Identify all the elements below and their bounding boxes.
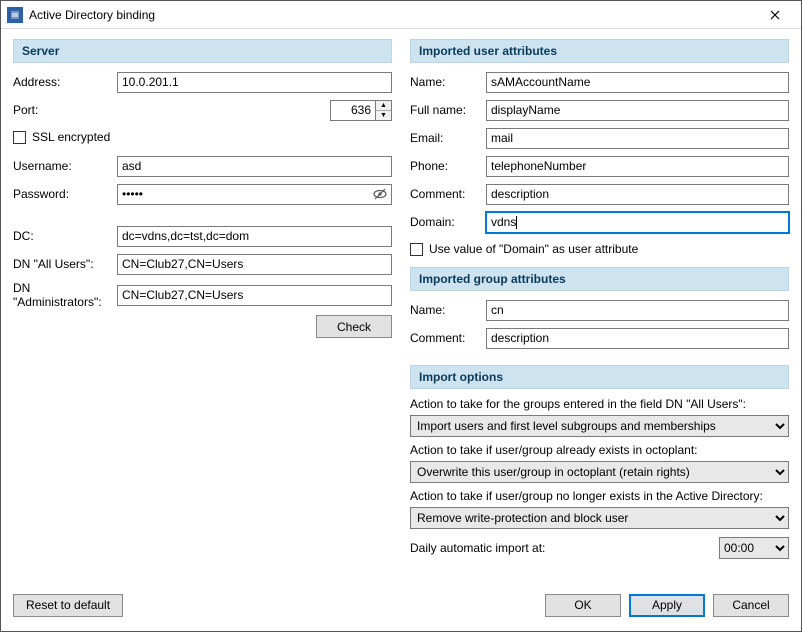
password-visibility-toggle-icon[interactable] <box>371 186 389 202</box>
dn-admins-label: DN "Administrators": <box>13 281 117 309</box>
dn-admins-input[interactable]: CN=Club27,CN=Users <box>117 285 392 306</box>
check-button[interactable]: Check <box>316 315 392 338</box>
app-icon <box>7 7 23 23</box>
close-button[interactable] <box>755 1 795 29</box>
dn-allusers-label: DN "All Users": <box>13 257 117 271</box>
ua-email-row: Email: mail <box>410 127 789 149</box>
ua-fullname-input[interactable]: displayName <box>486 100 789 121</box>
opt-groups-label: Action to take for the groups entered in… <box>410 397 789 411</box>
ga-name-input[interactable]: cn <box>486 300 789 321</box>
password-row: Password: ••••• <box>13 183 392 205</box>
ga-comment-label: Comment: <box>410 331 486 345</box>
opt-groups-row: Import users and first level subgroups a… <box>410 415 789 437</box>
ga-comment-input[interactable]: description <box>486 328 789 349</box>
port-label: Port: <box>13 103 117 117</box>
ua-name-label: Name: <box>410 75 486 89</box>
opt-missing-row: Remove write-protection and block user <box>410 507 789 529</box>
window-title: Active Directory binding <box>29 8 755 22</box>
ua-domain-label: Domain: <box>410 215 486 229</box>
daily-import-time-select[interactable]: 00:00 <box>719 537 789 559</box>
titlebar: Active Directory binding <box>1 1 801 29</box>
apply-button[interactable]: Apply <box>629 594 705 617</box>
server-column: Server Address: 10.0.201.1 Port: 636 ▲ ▼… <box>13 39 392 579</box>
opt-groups-select[interactable]: Import users and first level subgroups a… <box>410 415 789 437</box>
server-header: Server <box>13 39 392 63</box>
dn-allusers-input[interactable]: CN=Club27,CN=Users <box>117 254 392 275</box>
ua-domain-input[interactable]: vdns <box>486 212 789 233</box>
dc-input[interactable]: dc=vdns,dc=tst,dc=dom <box>117 226 392 247</box>
opt-missing-select[interactable]: Remove write-protection and block user <box>410 507 789 529</box>
address-label: Address: <box>13 75 117 89</box>
address-input[interactable]: 10.0.201.1 <box>117 72 392 93</box>
ssl-label[interactable]: SSL encrypted <box>32 130 110 144</box>
user-attrs-header: Imported user attributes <box>410 39 789 63</box>
reset-button[interactable]: Reset to default <box>13 594 123 617</box>
spinner-up-icon[interactable]: ▲ <box>376 101 391 111</box>
ua-phone-row: Phone: telephoneNumber <box>410 155 789 177</box>
right-column: Imported user attributes Name: sAMAccoun… <box>410 39 789 579</box>
port-input[interactable]: 636 <box>330 100 376 121</box>
ssl-row: SSL encrypted <box>13 127 392 147</box>
address-row: Address: 10.0.201.1 <box>13 71 392 93</box>
opt-exists-label: Action to take if user/group already exi… <box>410 443 789 457</box>
ua-comment-label: Comment: <box>410 187 486 201</box>
ga-name-label: Name: <box>410 303 486 317</box>
dialog-content: Server Address: 10.0.201.1 Port: 636 ▲ ▼… <box>1 29 801 587</box>
cancel-button[interactable]: Cancel <box>713 594 789 617</box>
ua-name-row: Name: sAMAccountName <box>410 71 789 93</box>
daily-import-label: Daily automatic import at: <box>410 541 719 555</box>
ua-name-input[interactable]: sAMAccountName <box>486 72 789 93</box>
ua-fullname-label: Full name: <box>410 103 486 117</box>
ua-email-input[interactable]: mail <box>486 128 789 149</box>
opt-missing-label: Action to take if user/group no longer e… <box>410 489 789 503</box>
ua-comment-input[interactable]: description <box>486 184 789 205</box>
opt-exists-select[interactable]: Overwrite this user/group in octoplant (… <box>410 461 789 483</box>
ua-usedomain-checkbox[interactable] <box>410 243 423 256</box>
port-spinner[interactable]: ▲ ▼ <box>376 100 392 121</box>
spinner-down-icon[interactable]: ▼ <box>376 111 391 120</box>
ua-comment-row: Comment: description <box>410 183 789 205</box>
dialog-footer: Reset to default OK Apply Cancel <box>1 587 801 631</box>
password-input[interactable]: ••••• <box>117 184 392 205</box>
daily-import-row: Daily automatic import at: 00:00 <box>410 537 789 559</box>
username-label: Username: <box>13 159 117 173</box>
import-options-header: Import options <box>410 365 789 389</box>
ga-comment-row: Comment: description <box>410 327 789 349</box>
ua-usedomain-label[interactable]: Use value of "Domain" as user attribute <box>429 242 638 256</box>
ua-usedomain-row: Use value of "Domain" as user attribute <box>410 239 789 259</box>
ok-button[interactable]: OK <box>545 594 621 617</box>
opt-exists-row: Overwrite this user/group in octoplant (… <box>410 461 789 483</box>
dn-allusers-row: DN "All Users": CN=Club27,CN=Users <box>13 253 392 275</box>
dc-label: DC: <box>13 229 117 243</box>
username-row: Username: asd <box>13 155 392 177</box>
ssl-checkbox[interactable] <box>13 131 26 144</box>
ua-phone-input[interactable]: telephoneNumber <box>486 156 789 177</box>
group-attrs-header: Imported group attributes <box>410 267 789 291</box>
username-input[interactable]: asd <box>117 156 392 177</box>
ua-email-label: Email: <box>410 131 486 145</box>
port-row: Port: 636 ▲ ▼ <box>13 99 392 121</box>
password-label: Password: <box>13 187 117 201</box>
dc-row: DC: dc=vdns,dc=tst,dc=dom <box>13 225 392 247</box>
ga-name-row: Name: cn <box>410 299 789 321</box>
ua-phone-label: Phone: <box>410 159 486 173</box>
ua-fullname-row: Full name: displayName <box>410 99 789 121</box>
ua-domain-row: Domain: vdns <box>410 211 789 233</box>
dn-admins-row: DN "Administrators": CN=Club27,CN=Users <box>13 281 392 309</box>
